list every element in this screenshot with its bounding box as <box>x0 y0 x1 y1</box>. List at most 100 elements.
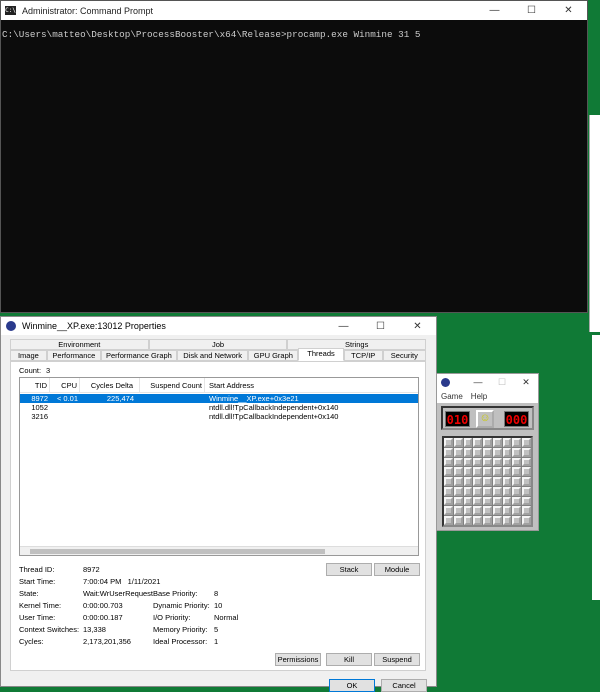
mine-cell[interactable] <box>463 447 473 457</box>
mine-cell[interactable] <box>522 467 531 477</box>
mine-cell[interactable] <box>463 467 473 477</box>
horizontal-scrollbar[interactable] <box>20 546 418 555</box>
mine-cell[interactable] <box>444 438 453 447</box>
mine-cell[interactable] <box>512 506 522 516</box>
mine-cell[interactable] <box>492 496 502 506</box>
mine-cell[interactable] <box>444 447 453 457</box>
threads-list[interactable]: TID CPU Cycles Delta Suspend Count Start… <box>19 377 419 556</box>
mine-cell[interactable] <box>473 438 483 447</box>
mine-cell[interactable] <box>502 467 512 477</box>
mine-cell[interactable] <box>512 457 522 467</box>
mine-cell[interactable] <box>463 506 473 516</box>
mine-cell[interactable] <box>453 467 463 477</box>
mine-cell[interactable] <box>502 438 512 447</box>
kill-button[interactable]: Kill <box>326 653 372 666</box>
module-button[interactable]: Module <box>374 563 420 576</box>
mine-cell[interactable] <box>522 477 531 486</box>
mine-cell[interactable] <box>444 496 453 506</box>
mine-cell[interactable] <box>502 506 512 516</box>
mine-cell[interactable] <box>444 506 453 516</box>
cmd-output[interactable]: C:\Users\matteo\Desktop\ProcessBooster\x… <box>1 20 587 40</box>
mine-cell[interactable] <box>522 486 531 496</box>
mine-cell[interactable] <box>473 467 483 477</box>
maximize-button[interactable]: ☐ <box>362 317 399 336</box>
minimize-button[interactable]: — <box>476 1 513 20</box>
mine-cell[interactable] <box>492 447 502 457</box>
process-properties-window[interactable]: Winmine__XP.exe:13012 Properties — ☐ ✕ E… <box>0 316 437 692</box>
mine-cell[interactable] <box>483 438 492 447</box>
mine-cell[interactable] <box>492 438 502 447</box>
mine-cell[interactable] <box>463 477 473 486</box>
mine-cell[interactable] <box>492 477 502 486</box>
mine-cell[interactable] <box>453 506 463 516</box>
close-button[interactable]: ✕ <box>550 1 587 20</box>
mine-cell[interactable] <box>453 438 463 447</box>
mine-cell[interactable] <box>483 447 492 457</box>
mine-cell[interactable] <box>483 516 492 525</box>
close-button[interactable]: ✕ <box>514 374 538 390</box>
mine-cell[interactable] <box>502 457 512 467</box>
mine-cell[interactable] <box>473 506 483 516</box>
mine-cell[interactable] <box>473 496 483 506</box>
minimize-button[interactable]: — <box>325 317 362 336</box>
table-row[interactable]: 3216 ntdll.dll!TpCallbackIndependent+0x1… <box>20 412 418 421</box>
mine-cell[interactable] <box>483 467 492 477</box>
mine-cell[interactable] <box>453 447 463 457</box>
column-start-address[interactable]: Start Address <box>205 378 418 392</box>
mine-cell[interactable] <box>512 496 522 506</box>
mine-cell[interactable] <box>444 516 453 525</box>
tab-image[interactable]: Image <box>10 350 47 361</box>
mine-cell[interactable] <box>492 506 502 516</box>
mine-cell[interactable] <box>453 486 463 496</box>
scrollbar-thumb[interactable] <box>30 549 325 554</box>
mine-cell[interactable] <box>444 486 453 496</box>
tab-job[interactable]: Job <box>148 339 288 350</box>
mine-cell[interactable] <box>502 516 512 525</box>
mine-cell[interactable] <box>502 496 512 506</box>
command-prompt-window[interactable]: C:\ Administrator: Command Prompt — ☐ ✕ … <box>0 0 588 313</box>
tab-performance-graph[interactable]: Performance Graph <box>100 350 177 361</box>
close-button[interactable]: ✕ <box>399 317 436 336</box>
mine-cell[interactable] <box>483 477 492 486</box>
mine-cell[interactable] <box>483 486 492 496</box>
tab-tcpip[interactable]: TCP/IP <box>343 350 383 361</box>
stack-button[interactable]: Stack <box>326 563 372 576</box>
cmd-titlebar[interactable]: C:\ Administrator: Command Prompt — ☐ ✕ <box>1 1 587 20</box>
mine-cell[interactable] <box>453 516 463 525</box>
mine-cell[interactable] <box>522 496 531 506</box>
mine-cell[interactable] <box>502 477 512 486</box>
mine-cell[interactable] <box>453 457 463 467</box>
mine-cell[interactable] <box>463 457 473 467</box>
mine-cell[interactable] <box>473 486 483 496</box>
mine-cell[interactable] <box>512 477 522 486</box>
table-row[interactable]: 8972 < 0.01 225,474 Winmine__XP.exe+0x3e… <box>20 394 418 403</box>
mine-cell[interactable] <box>512 516 522 525</box>
mine-cell[interactable] <box>483 496 492 506</box>
minesweeper-titlebar[interactable]: — ☐ ✕ <box>437 374 538 390</box>
mine-cell[interactable] <box>473 477 483 486</box>
mine-cell[interactable] <box>512 486 522 496</box>
mine-cell[interactable] <box>463 496 473 506</box>
menu-game[interactable]: Game <box>441 390 463 403</box>
mine-cell[interactable] <box>522 516 531 525</box>
minimize-button[interactable]: — <box>466 374 490 390</box>
suspend-button[interactable]: Suspend <box>374 653 420 666</box>
mine-cell[interactable] <box>522 447 531 457</box>
permissions-button[interactable]: Permissions <box>275 653 321 666</box>
mine-cell[interactable] <box>492 516 502 525</box>
tab-security[interactable]: Security <box>382 350 426 361</box>
mine-cell[interactable] <box>444 477 453 486</box>
mine-cell[interactable] <box>463 516 473 525</box>
mine-cell[interactable] <box>473 447 483 457</box>
cancel-button[interactable]: Cancel <box>381 679 427 692</box>
mine-cell[interactable] <box>522 506 531 516</box>
mine-cell[interactable] <box>444 457 453 467</box>
mine-cell[interactable] <box>512 447 522 457</box>
column-suspend-count[interactable]: Suspend Count <box>140 378 205 392</box>
mine-cell[interactable] <box>502 447 512 457</box>
mine-cell[interactable] <box>492 467 502 477</box>
column-cycles-delta[interactable]: Cycles Delta <box>80 378 140 392</box>
mine-cell[interactable] <box>463 486 473 496</box>
mine-cell[interactable] <box>453 477 463 486</box>
mine-cell[interactable] <box>473 516 483 525</box>
